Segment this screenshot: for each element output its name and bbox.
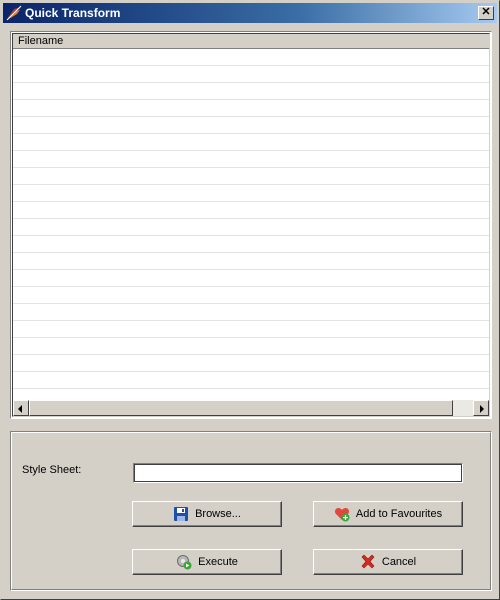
close-icon: ✕ (481, 6, 491, 18)
column-header-label: Filename (18, 35, 64, 47)
list-row[interactable] (13, 270, 489, 287)
list-row[interactable] (13, 117, 489, 134)
list-row[interactable] (13, 49, 489, 66)
scroll-right-button[interactable] (473, 400, 489, 416)
add-to-favourites-label: Add to Favourites (355, 508, 443, 520)
cancel-label: Cancel (381, 556, 417, 568)
file-list-rows (13, 49, 489, 405)
list-row[interactable] (13, 287, 489, 304)
scroll-left-button[interactable] (13, 400, 29, 416)
close-button[interactable]: ✕ (478, 6, 494, 20)
quick-transform-window: Quick Transform ✕ Filename Style Sheet: (0, 0, 500, 600)
list-row[interactable] (13, 236, 489, 253)
heart-plus-icon (334, 506, 350, 522)
list-row[interactable] (13, 83, 489, 100)
list-row[interactable] (13, 304, 489, 321)
app-icon (6, 5, 22, 21)
list-row[interactable] (13, 355, 489, 372)
window-title: Quick Transform (25, 6, 121, 20)
cancel-button[interactable]: Cancel (313, 549, 463, 575)
title-bar[interactable]: Quick Transform ✕ (3, 3, 497, 23)
list-row[interactable] (13, 151, 489, 168)
file-list[interactable]: Filename (10, 31, 492, 419)
list-row[interactable] (13, 185, 489, 202)
style-sheet-label: Style Sheet: (22, 464, 82, 476)
browse-label: Browse... (195, 508, 241, 520)
list-row[interactable] (13, 100, 489, 117)
horizontal-scrollbar[interactable] (13, 400, 489, 416)
style-sheet-input[interactable] (133, 463, 463, 483)
red-x-icon (360, 554, 376, 570)
floppy-disk-icon (173, 506, 189, 522)
list-row[interactable] (13, 338, 489, 355)
list-row[interactable] (13, 253, 489, 270)
list-row[interactable] (13, 134, 489, 151)
list-row[interactable] (13, 321, 489, 338)
browse-button[interactable]: Browse... (132, 501, 282, 527)
scroll-thumb[interactable] (29, 400, 453, 416)
column-header-filename[interactable]: Filename (13, 34, 489, 49)
gear-play-icon (176, 554, 192, 570)
add-to-favourites-button[interactable]: Add to Favourites (313, 501, 463, 527)
list-row[interactable] (13, 168, 489, 185)
execute-label: Execute (198, 556, 238, 568)
list-row[interactable] (13, 219, 489, 236)
list-row[interactable] (13, 202, 489, 219)
arrow-right-icon (480, 405, 484, 413)
list-row[interactable] (13, 372, 489, 389)
list-row[interactable] (13, 66, 489, 83)
arrow-left-icon (18, 405, 22, 413)
execute-button[interactable]: Execute (132, 549, 282, 575)
